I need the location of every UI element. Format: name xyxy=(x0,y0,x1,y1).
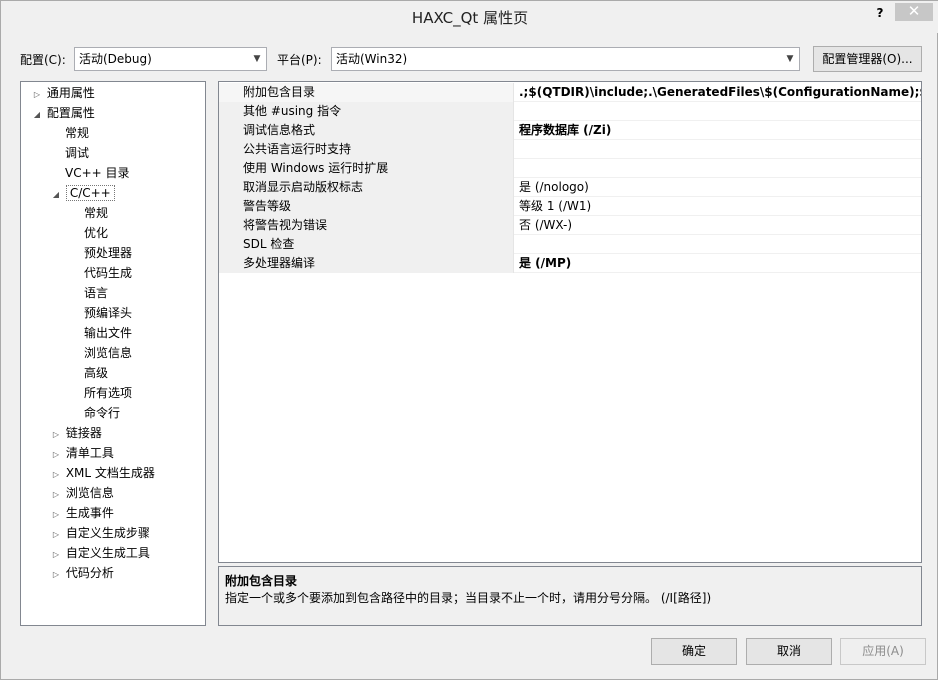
tree-item-command-line[interactable]: 命令行 xyxy=(84,404,120,422)
tree-item-label: 配置属性 xyxy=(46,106,95,120)
configuration-manager-button[interactable]: 配置管理器(O)... xyxy=(813,46,922,72)
property-row[interactable]: SDL 检查 xyxy=(219,235,921,254)
tree-item-custom-build-step[interactable]: ▷ 自定义生成步骤 xyxy=(50,524,150,542)
property-value[interactable]: 否 (/WX-) xyxy=(515,216,921,235)
tree-item-configuration-properties[interactable]: ◢ 配置属性 xyxy=(31,104,95,122)
property-grid[interactable]: 附加包含目录 .;$(QTDIR)\include;.\GeneratedFil… xyxy=(218,81,922,563)
expand-arrow-icon[interactable]: ▷ xyxy=(50,466,62,484)
tree-item-debugging[interactable]: 调试 xyxy=(65,144,89,162)
tree-item-output-files[interactable]: 输出文件 xyxy=(84,324,132,342)
property-name: SDL 检查 xyxy=(219,235,514,254)
expand-arrow-icon[interactable]: ▷ xyxy=(50,446,62,464)
tree-item-browse-info[interactable]: ▷ 浏览信息 xyxy=(50,484,114,502)
property-row[interactable]: 公共语言运行时支持 xyxy=(219,140,921,159)
property-value[interactable] xyxy=(515,159,921,178)
expand-arrow-icon[interactable]: ▷ xyxy=(50,426,62,444)
tree-item-common-properties[interactable]: ▷ 通用属性 xyxy=(31,84,95,102)
tree-item-browse-information[interactable]: 浏览信息 xyxy=(84,344,132,362)
platform-select[interactable]: 活动(Win32) ▼ xyxy=(331,47,800,71)
property-row[interactable]: 警告等级 等级 1 (/W1) xyxy=(219,197,921,216)
property-value[interactable]: 程序数据库 (/Zi) xyxy=(515,121,921,140)
close-button[interactable]: ✕ xyxy=(895,3,933,21)
property-name: 调试信息格式 xyxy=(219,121,514,140)
collapse-arrow-icon[interactable]: ◢ xyxy=(31,106,43,124)
tree-item-vc-directories[interactable]: VC++ 目录 xyxy=(65,164,130,182)
tree-item-preprocessor[interactable]: 预处理器 xyxy=(84,244,132,262)
title-bar: HAXC_Qt 属性页 ? ✕ xyxy=(1,1,938,33)
tree-item-general[interactable]: 常规 xyxy=(65,124,89,142)
tree-item-build-events[interactable]: ▷ 生成事件 xyxy=(50,504,114,522)
expand-arrow-icon[interactable]: ▷ xyxy=(50,526,62,544)
property-name: 附加包含目录 xyxy=(219,83,514,102)
property-row[interactable]: 其他 #using 指令 xyxy=(219,102,921,121)
property-value[interactable]: .;$(QTDIR)\include;.\GeneratedFiles\$(Co… xyxy=(515,83,921,102)
chevron-down-icon: ▼ xyxy=(786,54,794,64)
property-name: 将警告视为错误 xyxy=(219,216,514,235)
property-row[interactable]: 使用 Windows 运行时扩展 xyxy=(219,159,921,178)
tree-item-label: 链接器 xyxy=(65,426,102,440)
property-name: 取消显示启动版权标志 xyxy=(219,178,514,197)
ok-button[interactable]: 确定 xyxy=(651,638,737,665)
property-name: 多处理器编译 xyxy=(219,254,514,273)
tree-item-precompiled-headers[interactable]: 预编译头 xyxy=(84,304,132,322)
tree-item-label: C/C++ xyxy=(65,185,115,201)
tree-item-label: 生成事件 xyxy=(65,506,114,520)
category-tree[interactable]: ▷ 通用属性 ◢ 配置属性 常规 调试 VC++ 目录 ◢ C/C++ 常规 优… xyxy=(20,81,206,626)
property-row[interactable]: 多处理器编译 是 (/MP) xyxy=(219,254,921,273)
expand-arrow-icon[interactable]: ▷ xyxy=(50,486,62,504)
property-value[interactable]: 是 (/MP) xyxy=(515,254,921,273)
property-row[interactable]: 取消显示启动版权标志 是 (/nologo) xyxy=(219,178,921,197)
apply-button[interactable]: 应用(A) xyxy=(840,638,926,665)
platform-select-value: 活动(Win32) xyxy=(336,52,408,66)
property-row[interactable]: 将警告视为错误 否 (/WX-) xyxy=(219,216,921,235)
tree-item-label: XML 文档生成器 xyxy=(65,466,155,480)
description-text: 指定一个或多个要添加到包含路径中的目录；当目录不止一个时，请用分号分隔。 (/I… xyxy=(225,591,712,605)
tree-item-cpp-general[interactable]: 常规 xyxy=(84,204,108,222)
property-value[interactable] xyxy=(515,235,921,254)
property-name: 其他 #using 指令 xyxy=(219,102,514,121)
platform-label: 平台(P): xyxy=(277,53,322,67)
expand-arrow-icon[interactable]: ▷ xyxy=(50,506,62,524)
tree-item-advanced[interactable]: 高级 xyxy=(84,364,108,382)
property-value[interactable]: 是 (/nologo) xyxy=(515,178,921,197)
tree-item-code-analysis[interactable]: ▷ 代码分析 xyxy=(50,564,114,582)
help-button[interactable]: ? xyxy=(869,3,891,23)
expand-arrow-icon[interactable]: ▷ xyxy=(31,86,43,104)
property-row[interactable]: 附加包含目录 .;$(QTDIR)\include;.\GeneratedFil… xyxy=(219,83,921,102)
tree-item-all-options[interactable]: 所有选项 xyxy=(84,384,132,402)
window-title: HAXC_Qt 属性页 xyxy=(411,9,529,27)
tree-item-label: 代码分析 xyxy=(65,566,114,580)
property-name: 公共语言运行时支持 xyxy=(219,140,514,159)
tree-item-xml-doc-generator[interactable]: ▷ XML 文档生成器 xyxy=(50,464,155,482)
tree-item-optimization[interactable]: 优化 xyxy=(84,224,108,242)
description-pane: 附加包含目录 指定一个或多个要添加到包含路径中的目录；当目录不止一个时，请用分号… xyxy=(218,566,922,626)
property-value[interactable]: 等级 1 (/W1) xyxy=(515,197,921,216)
property-pages-dialog: HAXC_Qt 属性页 ? ✕ 配置(C): 活动(Debug) ▼ 平台(P)… xyxy=(0,0,938,680)
tree-item-label: 自定义生成工具 xyxy=(65,546,150,560)
expand-arrow-icon[interactable]: ▷ xyxy=(50,546,62,564)
tree-item-linker[interactable]: ▷ 链接器 xyxy=(50,424,102,442)
tree-item-manifest-tool[interactable]: ▷ 清单工具 xyxy=(50,444,114,462)
property-value[interactable] xyxy=(515,140,921,159)
description-title: 附加包含目录 xyxy=(225,574,298,588)
configuration-select[interactable]: 活动(Debug) ▼ xyxy=(74,47,267,71)
property-name: 使用 Windows 运行时扩展 xyxy=(219,159,514,178)
tree-item-label: 自定义生成步骤 xyxy=(65,526,150,540)
tree-item-label: 浏览信息 xyxy=(65,486,114,500)
configuration-select-value: 活动(Debug) xyxy=(79,52,152,66)
chevron-down-icon: ▼ xyxy=(253,54,261,64)
expand-arrow-icon[interactable]: ▷ xyxy=(50,566,62,584)
tree-item-custom-build-tool[interactable]: ▷ 自定义生成工具 xyxy=(50,544,150,562)
cancel-button[interactable]: 取消 xyxy=(746,638,832,665)
tree-item-c-cpp[interactable]: ◢ C/C++ xyxy=(50,184,115,202)
property-row[interactable]: 调试信息格式 程序数据库 (/Zi) xyxy=(219,121,921,140)
tree-item-label: 清单工具 xyxy=(65,446,114,460)
tree-item-code-generation[interactable]: 代码生成 xyxy=(84,264,132,282)
collapse-arrow-icon[interactable]: ◢ xyxy=(50,186,62,204)
tree-item-language[interactable]: 语言 xyxy=(84,284,108,302)
property-name: 警告等级 xyxy=(219,197,514,216)
configuration-label: 配置(C): xyxy=(20,53,66,67)
tree-item-label: 通用属性 xyxy=(46,86,95,100)
property-value[interactable] xyxy=(515,102,921,121)
